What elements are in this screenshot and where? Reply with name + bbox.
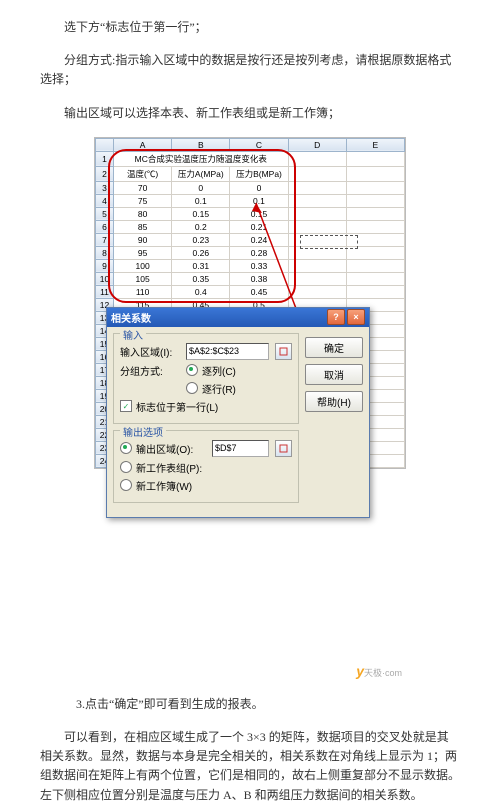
watermark: y天极·com — [356, 663, 402, 679]
cell[interactable]: 0.4 — [172, 285, 230, 298]
cell[interactable]: 0.24 — [230, 233, 288, 246]
input-range-label: 输入区域(I): — [120, 344, 182, 359]
row-header[interactable]: 9 — [96, 259, 114, 272]
ok-button[interactable]: 确定 — [305, 337, 363, 358]
help-button[interactable]: 帮助(H) — [305, 391, 363, 412]
cell[interactable]: 0 — [230, 181, 288, 194]
group-col-label: 逐列(C) — [202, 363, 236, 378]
group-col-radio[interactable] — [186, 364, 198, 376]
cell[interactable]: 0.38 — [230, 272, 288, 285]
table-title[interactable]: MC合成实验温度压力随温度变化表 — [114, 151, 289, 166]
output-range-field[interactable]: $D$7 — [212, 440, 269, 457]
col-header[interactable]: C — [230, 138, 288, 151]
group-row-label: 逐行(R) — [202, 381, 236, 396]
corner-cell[interactable] — [96, 138, 114, 151]
group-by-label: 分组方式: — [120, 363, 182, 378]
first-row-checkbox[interactable]: ✓ — [120, 400, 132, 412]
range-picker-icon[interactable] — [275, 343, 292, 360]
cell[interactable]: 0.28 — [230, 246, 288, 259]
cell[interactable]: 0.45 — [230, 285, 288, 298]
paragraph-3: 输出区域可以选择本表、新工作表组或是新工作簿； — [40, 104, 460, 123]
dialog-titlebar[interactable]: 相关系数 ? × — [107, 308, 369, 327]
cell[interactable]: 85 — [114, 220, 172, 233]
paragraph-5: 可以看到，在相应区域生成了一个 3×3 的矩阵，数据项目的交叉处就是其相关系数。… — [40, 728, 460, 805]
cell[interactable]: 0.15 — [172, 207, 230, 220]
screenshot-container: A B C D E 1MC合成实验温度压力随温度变化表 2 温度(℃) 压力A(… — [94, 137, 406, 681]
cell[interactable]: 90 — [114, 233, 172, 246]
cell[interactable]: 0.1 — [172, 194, 230, 207]
cell[interactable]: 0.26 — [172, 246, 230, 259]
input-group-label: 输入 — [120, 327, 146, 342]
new-book-radio[interactable] — [120, 479, 132, 491]
new-sheet-radio[interactable] — [120, 461, 132, 473]
row-header[interactable]: 8 — [96, 246, 114, 259]
col-header[interactable]: D — [288, 138, 346, 151]
row-header[interactable]: 2 — [96, 166, 114, 181]
cell[interactable]: 温度(℃) — [114, 166, 172, 181]
row-header[interactable]: 11 — [96, 285, 114, 298]
row-header[interactable]: 3 — [96, 181, 114, 194]
cell[interactable]: 70 — [114, 181, 172, 194]
input-group: 输入 输入区域(I): $A$2:$C$23 分组方式: 逐列(C) — [113, 333, 299, 424]
cell[interactable]: 0.33 — [230, 259, 288, 272]
output-group: 输出选项 输出区域(O): $D$7 新工作表组(P): 新工作簿(W) — [113, 430, 299, 503]
cell[interactable]: 0.23 — [172, 233, 230, 246]
paragraph-2: 分组方式:指示输入区域中的数据是按行还是按列考虑，请根据原数据格式选择； — [40, 51, 460, 89]
cell[interactable]: 0.1 — [230, 194, 288, 207]
col-header[interactable]: A — [114, 138, 172, 151]
paragraph-1: 选下方“标志位于第一行”； — [40, 18, 460, 37]
close-icon[interactable]: × — [347, 309, 365, 325]
group-row-radio[interactable] — [186, 382, 198, 394]
help-titlebar-button[interactable]: ? — [327, 309, 345, 325]
cell[interactable]: 0.31 — [172, 259, 230, 272]
range-picker-icon[interactable] — [275, 440, 292, 457]
cell[interactable]: 压力B(MPa) — [230, 166, 288, 181]
cancel-button[interactable]: 取消 — [305, 364, 363, 385]
new-sheet-label: 新工作表组(P): — [136, 460, 202, 475]
correlation-dialog: 相关系数 ? × 输入 输入区域(I): $A$2:$C$23 分组方式: — [106, 307, 370, 518]
input-range-field[interactable]: $A$2:$C$23 — [186, 343, 269, 360]
cell[interactable]: 95 — [114, 246, 172, 259]
cell[interactable]: 75 — [114, 194, 172, 207]
cell[interactable]: 110 — [114, 285, 172, 298]
cell[interactable]: 105 — [114, 272, 172, 285]
dialog-title: 相关系数 — [111, 310, 151, 325]
row-header[interactable]: 1 — [96, 151, 114, 166]
paragraph-4: 3.点击“确定”即可看到生成的报表。 — [40, 695, 460, 714]
cell[interactable]: 0.15 — [230, 207, 288, 220]
row-header[interactable]: 7 — [96, 233, 114, 246]
cell[interactable]: 0.21 — [230, 220, 288, 233]
col-header[interactable]: E — [346, 138, 404, 151]
output-range-label: 输出区域(O): — [136, 441, 208, 456]
col-header[interactable]: B — [172, 138, 230, 151]
cell[interactable]: 0.35 — [172, 272, 230, 285]
cell[interactable]: 80 — [114, 207, 172, 220]
cell[interactable]: 0 — [172, 181, 230, 194]
row-header[interactable]: 4 — [96, 194, 114, 207]
output-range-radio[interactable] — [120, 442, 132, 454]
cell[interactable]: 压力A(MPa) — [172, 166, 230, 181]
cell[interactable]: 100 — [114, 259, 172, 272]
row-header[interactable]: 10 — [96, 272, 114, 285]
new-book-label: 新工作簿(W) — [136, 478, 192, 493]
row-header[interactable]: 5 — [96, 207, 114, 220]
first-row-label: 标志位于第一行(L) — [136, 399, 218, 414]
output-group-label: 输出选项 — [120, 424, 166, 439]
row-header[interactable]: 6 — [96, 220, 114, 233]
cell[interactable]: 0.2 — [172, 220, 230, 233]
